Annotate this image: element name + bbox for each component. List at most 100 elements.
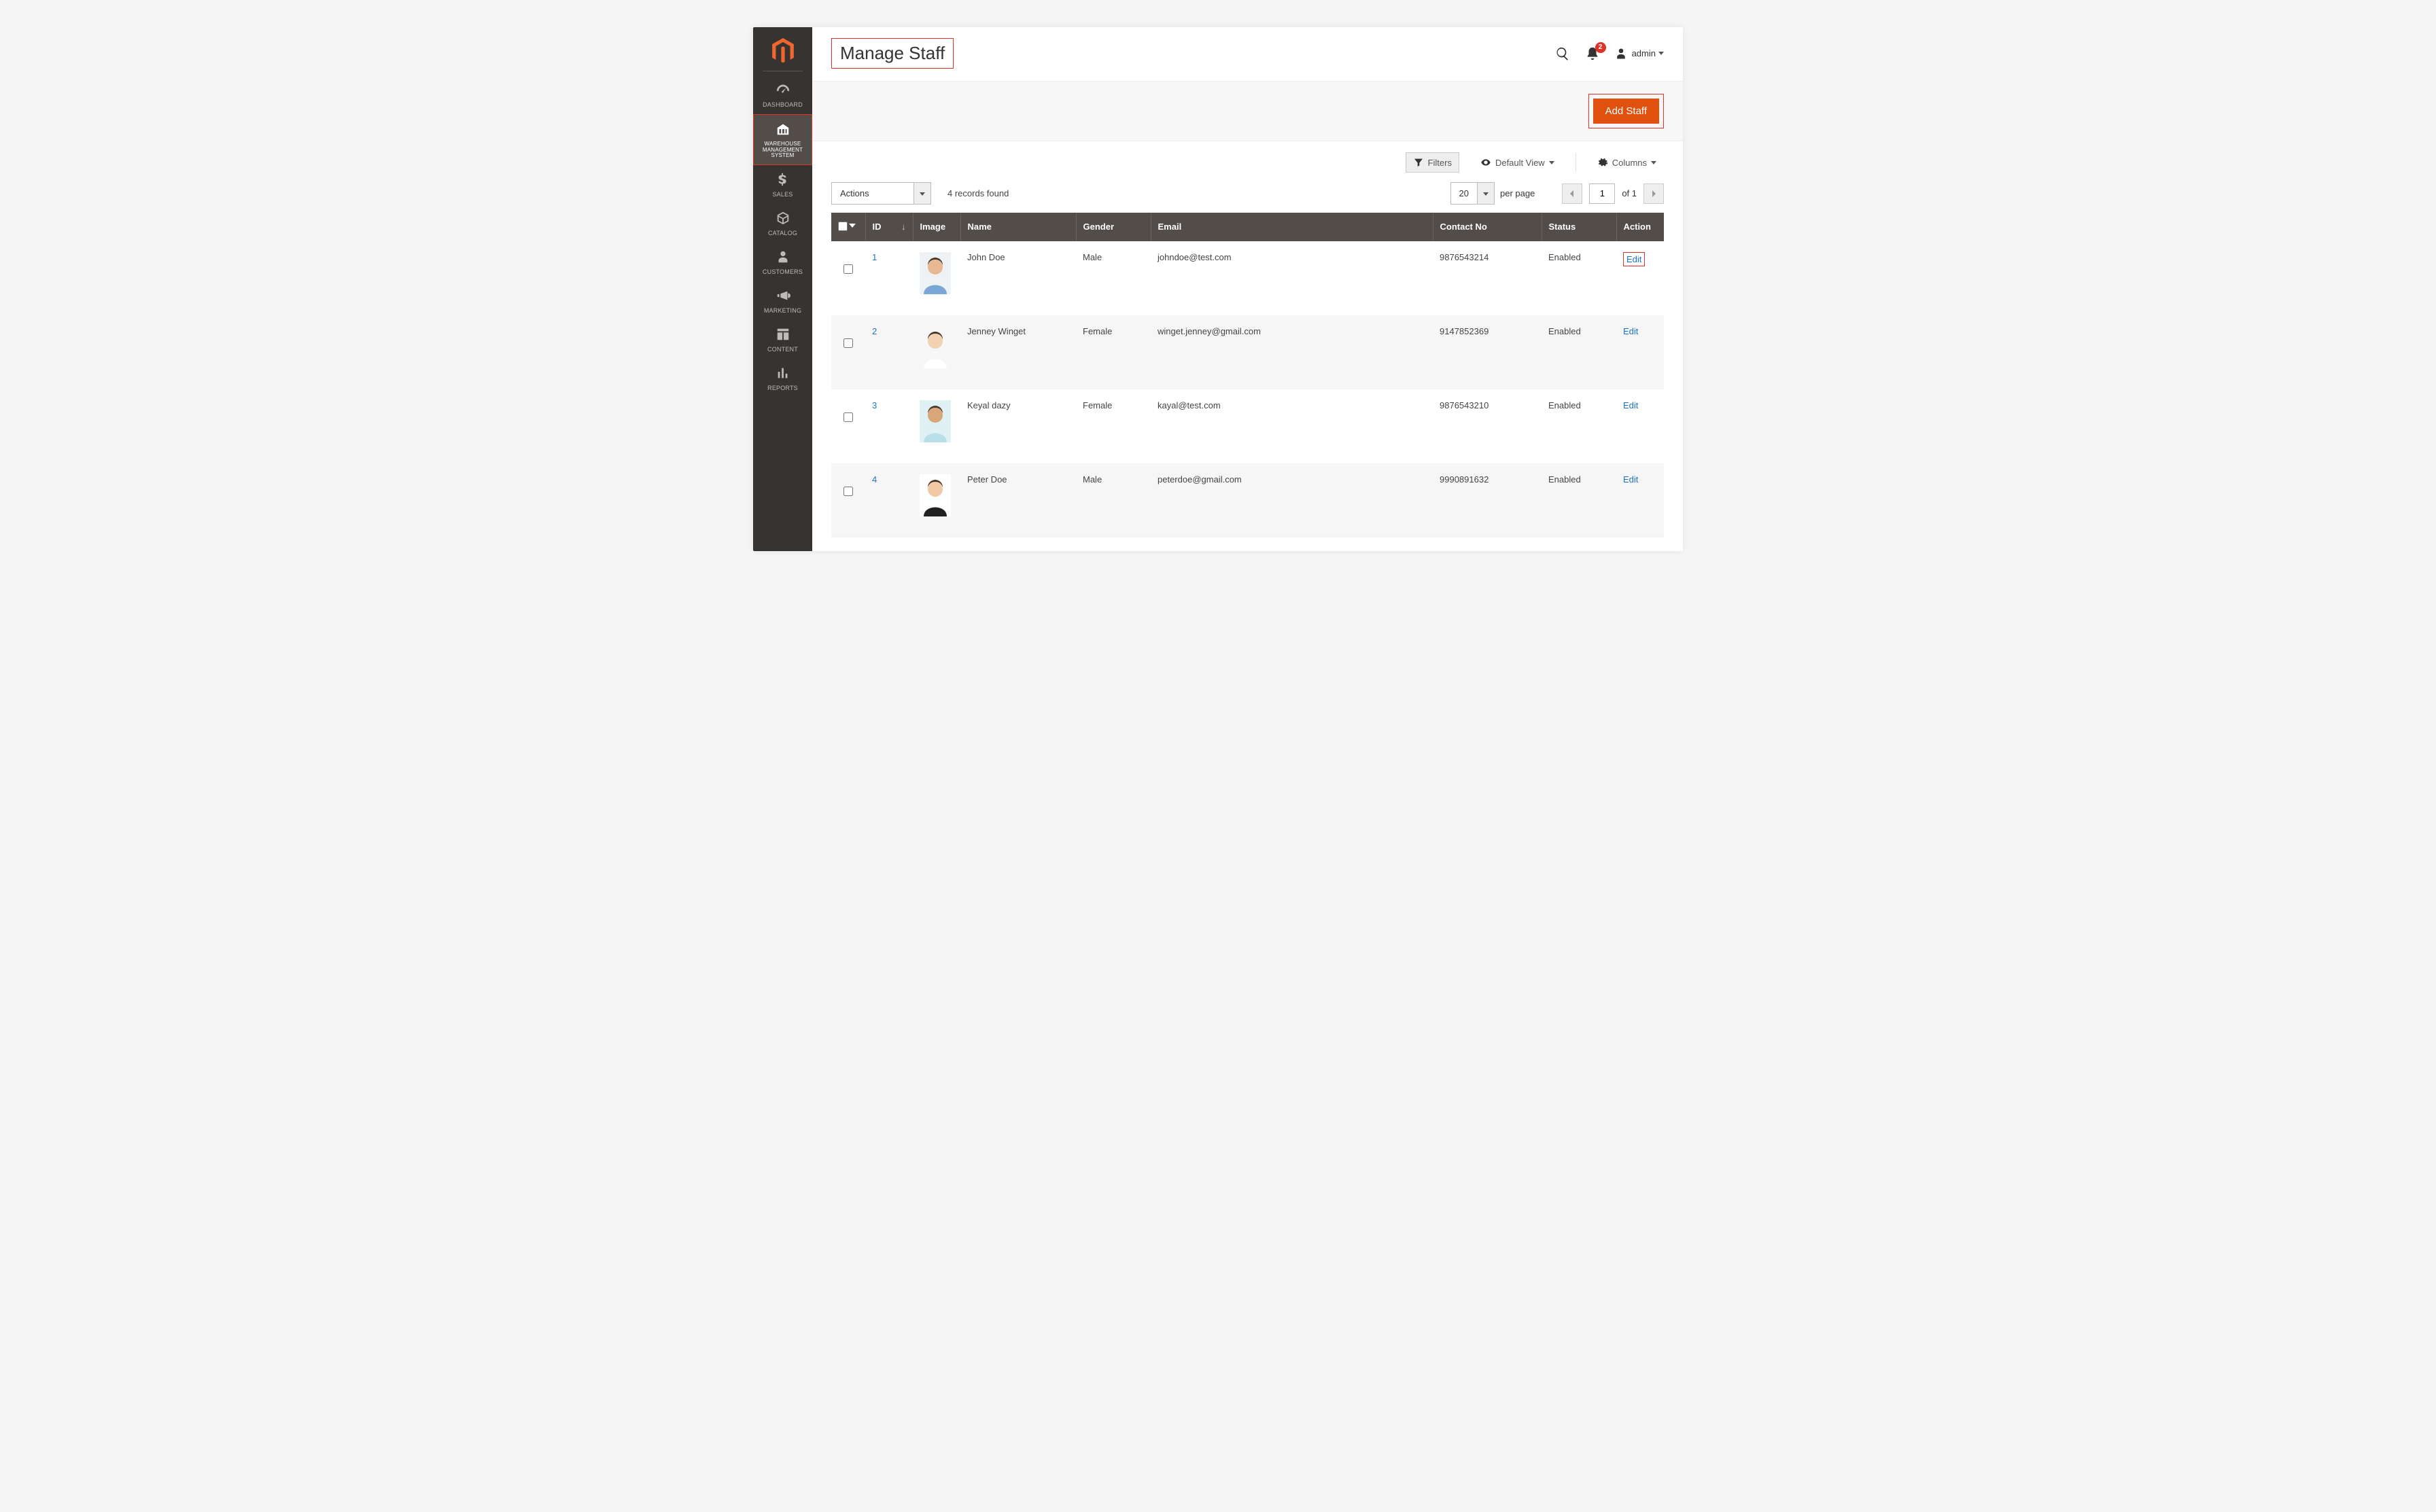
row-gender: Female xyxy=(1076,315,1151,389)
chevron-down-icon[interactable] xyxy=(849,221,856,231)
records-found-label: 4 records found xyxy=(947,188,1009,198)
edit-link[interactable]: Edit xyxy=(1626,254,1641,264)
row-id-link[interactable]: 3 xyxy=(872,400,877,410)
notification-count-badge: 2 xyxy=(1595,42,1606,53)
edit-highlight: Edit xyxy=(1623,252,1645,266)
row-contact: 9990891632 xyxy=(1433,463,1542,538)
filters-label: Filters xyxy=(1428,158,1452,168)
layout-icon xyxy=(776,327,790,344)
megaphone-icon xyxy=(776,288,790,305)
page-number-input[interactable] xyxy=(1589,183,1615,204)
sidebar-item-marketing[interactable]: MARKETING xyxy=(753,281,812,320)
dollar-icon xyxy=(776,172,790,189)
per-page-select[interactable]: 20 xyxy=(1450,182,1495,205)
gear-icon xyxy=(1597,157,1608,168)
page-title: Manage Staff xyxy=(831,38,954,69)
row-gender: Female xyxy=(1076,389,1151,463)
select-all-checkbox[interactable] xyxy=(838,222,848,231)
chevron-down-icon[interactable] xyxy=(914,183,930,204)
pager: of 1 xyxy=(1562,183,1664,204)
row-name: John Doe xyxy=(960,241,1076,315)
row-checkbox[interactable] xyxy=(843,338,853,348)
sort-indicator-icon: ↓ xyxy=(901,222,906,232)
col-name[interactable]: Name xyxy=(960,213,1076,241)
per-page-label: per page xyxy=(1500,188,1535,198)
username-label: admin xyxy=(1632,48,1656,58)
row-id-link[interactable]: 4 xyxy=(872,474,877,485)
col-gender[interactable]: Gender xyxy=(1076,213,1151,241)
app-frame: DASHBOARD WAREHOUSE MANAGEMENT SYSTEM SA… xyxy=(753,27,1683,551)
sidebar-item-sales[interactable]: SALES xyxy=(753,165,812,204)
next-page-button[interactable] xyxy=(1643,183,1664,204)
row-email: peterdoe@gmail.com xyxy=(1151,463,1433,538)
funnel-icon xyxy=(1413,157,1424,168)
row-email: johndoe@test.com xyxy=(1151,241,1433,315)
sidebar-item-label: CONTENT xyxy=(767,347,798,353)
sidebar-item-content[interactable]: CONTENT xyxy=(753,320,812,359)
add-staff-button[interactable]: Add Staff xyxy=(1593,99,1659,124)
row-id-link[interactable]: 1 xyxy=(872,252,877,262)
edit-link[interactable]: Edit xyxy=(1623,326,1638,336)
default-view-label: Default View xyxy=(1495,158,1545,168)
row-name: Keyal dazy xyxy=(960,389,1076,463)
edit-link[interactable]: Edit xyxy=(1623,474,1638,485)
row-gender: Male xyxy=(1076,241,1151,315)
col-email[interactable]: Email xyxy=(1151,213,1433,241)
mass-actions-label: Actions xyxy=(832,183,914,204)
sidebar-item-wms[interactable]: WAREHOUSE MANAGEMENT SYSTEM xyxy=(753,114,812,165)
action-row: Add Staff xyxy=(812,81,1683,141)
magento-logo[interactable] xyxy=(753,34,812,71)
main-content: Manage Staff 2 admin Add Staff xyxy=(812,27,1683,551)
table-row: 2Jenney WingetFemalewinget.jenney@gmail.… xyxy=(831,315,1664,389)
sidebar-item-catalog[interactable]: CATALOG xyxy=(753,204,812,243)
chevron-down-icon xyxy=(1651,161,1656,164)
prev-page-button[interactable] xyxy=(1562,183,1582,204)
col-action[interactable]: Action xyxy=(1616,213,1664,241)
row-name: Peter Doe xyxy=(960,463,1076,538)
row-checkbox[interactable] xyxy=(843,264,853,274)
bar-chart-icon xyxy=(776,366,790,383)
col-image[interactable]: Image xyxy=(913,213,960,241)
row-contact: 9147852369 xyxy=(1433,315,1542,389)
row-contact: 9876543214 xyxy=(1433,241,1542,315)
select-all-header[interactable] xyxy=(831,213,865,241)
add-staff-highlight: Add Staff xyxy=(1588,94,1664,128)
notifications-icon[interactable]: 2 xyxy=(1584,46,1601,62)
default-view-button[interactable]: Default View xyxy=(1473,152,1562,173)
row-status: Enabled xyxy=(1542,241,1616,315)
staff-table: ID↓ Image Name Gender Email Contact No S… xyxy=(831,213,1664,538)
per-page-value: 20 xyxy=(1451,183,1477,204)
col-contact[interactable]: Contact No xyxy=(1433,213,1542,241)
columns-label: Columns xyxy=(1612,158,1647,168)
row-status: Enabled xyxy=(1542,315,1616,389)
sidebar-item-label: DASHBOARD xyxy=(763,102,803,109)
user-icon xyxy=(1614,47,1628,60)
grid-controls: Actions 4 records found 20 per page of 1 xyxy=(812,177,1683,213)
filters-button[interactable]: Filters xyxy=(1406,152,1459,173)
sidebar: DASHBOARD WAREHOUSE MANAGEMENT SYSTEM SA… xyxy=(753,27,812,551)
columns-button[interactable]: Columns xyxy=(1590,152,1664,173)
row-checkbox[interactable] xyxy=(843,412,853,422)
sidebar-item-reports[interactable]: REPORTS xyxy=(753,359,812,398)
col-id[interactable]: ID↓ xyxy=(865,213,913,241)
person-icon xyxy=(776,249,790,266)
page-of-label: of 1 xyxy=(1622,188,1637,198)
col-status[interactable]: Status xyxy=(1542,213,1616,241)
row-contact: 9876543210 xyxy=(1433,389,1542,463)
user-menu[interactable]: admin xyxy=(1614,47,1664,60)
row-status: Enabled xyxy=(1542,389,1616,463)
avatar xyxy=(920,326,951,368)
sidebar-item-label: CATALOG xyxy=(768,230,797,237)
row-status: Enabled xyxy=(1542,463,1616,538)
row-email: winget.jenney@gmail.com xyxy=(1151,315,1433,389)
topbar: Manage Staff 2 admin xyxy=(812,27,1683,75)
row-id-link[interactable]: 2 xyxy=(872,326,877,336)
edit-link[interactable]: Edit xyxy=(1623,400,1638,410)
sidebar-item-customers[interactable]: CUSTOMERS xyxy=(753,243,812,281)
search-icon[interactable] xyxy=(1554,46,1571,62)
avatar xyxy=(920,252,951,294)
mass-actions-select[interactable]: Actions xyxy=(831,182,931,205)
sidebar-item-dashboard[interactable]: DASHBOARD xyxy=(753,75,812,114)
row-checkbox[interactable] xyxy=(843,487,853,496)
chevron-down-icon[interactable] xyxy=(1477,183,1494,204)
